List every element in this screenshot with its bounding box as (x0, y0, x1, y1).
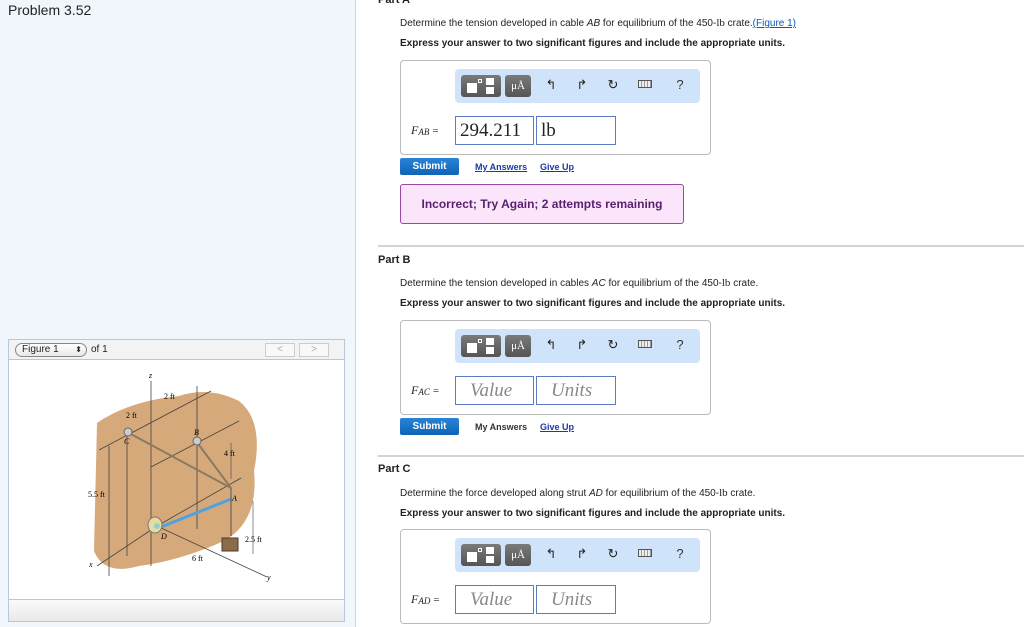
part-a-answer-box: μÅ ↰ ↱ ↻ ? FAB = 294.211 lb (400, 60, 711, 155)
figure-toolbar: Figure 1 ⬍ of 1 < > (9, 340, 344, 360)
part-c-description: Determine the force developed along stru… (400, 487, 756, 499)
part-a-value-input[interactable]: 294.211 (455, 116, 534, 145)
figure-viewer: Figure 1 ⬍ of 1 < > z 2 ft 2 ft C B 4 ft… (8, 339, 345, 622)
part-a-submit-button[interactable]: Submit (400, 158, 459, 175)
reset-icon[interactable]: ↻ (604, 337, 622, 353)
part-b-variable-label: FAC = (411, 383, 440, 397)
label-z: z (148, 371, 153, 380)
undo-icon[interactable]: ↰ (542, 77, 560, 93)
help-icon[interactable]: ? (671, 546, 689, 561)
part-b-description: Determine the tension developed in cable… (400, 277, 759, 289)
part-b-title: Part B (378, 254, 411, 266)
part-c-answer-box: μÅ ↰ ↱ ↻ ? FAD = Value Units (400, 529, 711, 624)
keyboard-icon[interactable] (636, 546, 654, 560)
problem-panel: Problem 3.52 Figure 1 ⬍ of 1 < > z 2 ft … (0, 0, 356, 627)
units-button[interactable]: μÅ (505, 75, 531, 97)
select-arrows-icon: ⬍ (75, 345, 82, 354)
part-a-description: Determine the tension developed in cable… (400, 17, 797, 29)
part-a-give-up-link[interactable]: Give Up (540, 162, 574, 172)
divider (378, 245, 1024, 247)
part-b-units-input[interactable]: Units (536, 376, 616, 405)
templates-icon[interactable] (461, 75, 501, 97)
figure-count: of 1 (91, 344, 108, 355)
label-c: C (124, 437, 130, 446)
label-b: B (194, 428, 199, 437)
label-x: x (88, 560, 93, 569)
part-a-instruction: Express your answer to two significant f… (400, 38, 786, 49)
part-c-value-input[interactable]: Value (455, 585, 534, 614)
crate (221, 537, 239, 552)
keyboard-icon[interactable] (636, 77, 654, 91)
reset-icon[interactable]: ↻ (604, 546, 622, 562)
part-a-variable-label: FAB = (411, 123, 439, 137)
undo-icon[interactable]: ↰ (542, 546, 560, 562)
label-2ft-b: 2 ft (126, 411, 138, 420)
redo-icon[interactable]: ↱ (573, 337, 591, 353)
units-button[interactable]: μÅ (505, 335, 531, 357)
part-c-units-input[interactable]: Units (536, 585, 616, 614)
templates-icon[interactable] (461, 544, 501, 566)
part-b-my-answers-link[interactable]: My Answers (475, 422, 527, 432)
undo-icon[interactable]: ↰ (542, 337, 560, 353)
anchor-b (192, 436, 202, 446)
label-6ft: 6 ft (192, 554, 204, 563)
part-b-instruction: Express your answer to two significant f… (400, 298, 786, 309)
part-a-units-input[interactable]: lb (536, 116, 616, 145)
figure-link[interactable]: (Figure 1) (753, 18, 796, 29)
label-d: D (160, 532, 167, 541)
part-a-math-toolbar: μÅ ↰ ↱ ↻ ? (455, 69, 700, 103)
feedback-message: Incorrect; Try Again; 2 attempts remaini… (400, 184, 684, 224)
help-icon[interactable]: ? (671, 77, 689, 92)
part-b-math-toolbar: μÅ ↰ ↱ ↻ ? (455, 329, 700, 363)
redo-icon[interactable]: ↱ (573, 546, 591, 562)
part-b-submit-button[interactable]: Submit (400, 418, 459, 435)
part-b-give-up-link[interactable]: Give Up (540, 422, 574, 432)
label-2-5ft: 2.5 ft (245, 535, 263, 544)
figure-prev-button[interactable]: < (265, 343, 295, 357)
problem-title: Problem 3.52 (8, 2, 92, 18)
label-4ft: 4 ft (224, 449, 236, 458)
figure-select-value: Figure 1 (22, 344, 59, 355)
label-y: y (266, 573, 271, 582)
anchor-c (123, 427, 133, 437)
templates-icon[interactable] (461, 335, 501, 357)
figure-next-button[interactable]: > (299, 343, 329, 357)
part-c-title: Part C (378, 463, 411, 475)
label-a: A (231, 494, 237, 503)
label-2ft-a: 2 ft (164, 392, 176, 401)
anchor-d-inner (154, 523, 160, 529)
keyboard-icon[interactable] (636, 337, 654, 351)
figure-footer (9, 599, 344, 621)
part-c-variable-label: FAD = (411, 592, 440, 606)
parts-panel: Part A Determine the tension developed i… (357, 0, 1024, 627)
part-b-value-input[interactable]: Value (455, 376, 534, 405)
part-a-title: Part A (378, 0, 410, 6)
part-a-my-answers-link[interactable]: My Answers (475, 162, 527, 172)
figure-image: z 2 ft 2 ft C B 4 ft 5.5 ft A D 2.5 ft 6… (88, 371, 271, 582)
redo-icon[interactable]: ↱ (573, 77, 591, 93)
reset-icon[interactable]: ↻ (604, 77, 622, 93)
figure-select[interactable]: Figure 1 ⬍ (15, 343, 87, 357)
divider (378, 455, 1024, 457)
part-c-instruction: Express your answer to two significant f… (400, 508, 786, 519)
help-icon[interactable]: ? (671, 337, 689, 352)
part-b-answer-box: μÅ ↰ ↱ ↻ ? FAC = Value Units (400, 320, 711, 415)
units-button[interactable]: μÅ (505, 544, 531, 566)
label-5-5ft: 5.5 ft (88, 490, 106, 499)
part-c-math-toolbar: μÅ ↰ ↱ ↻ ? (455, 538, 700, 572)
